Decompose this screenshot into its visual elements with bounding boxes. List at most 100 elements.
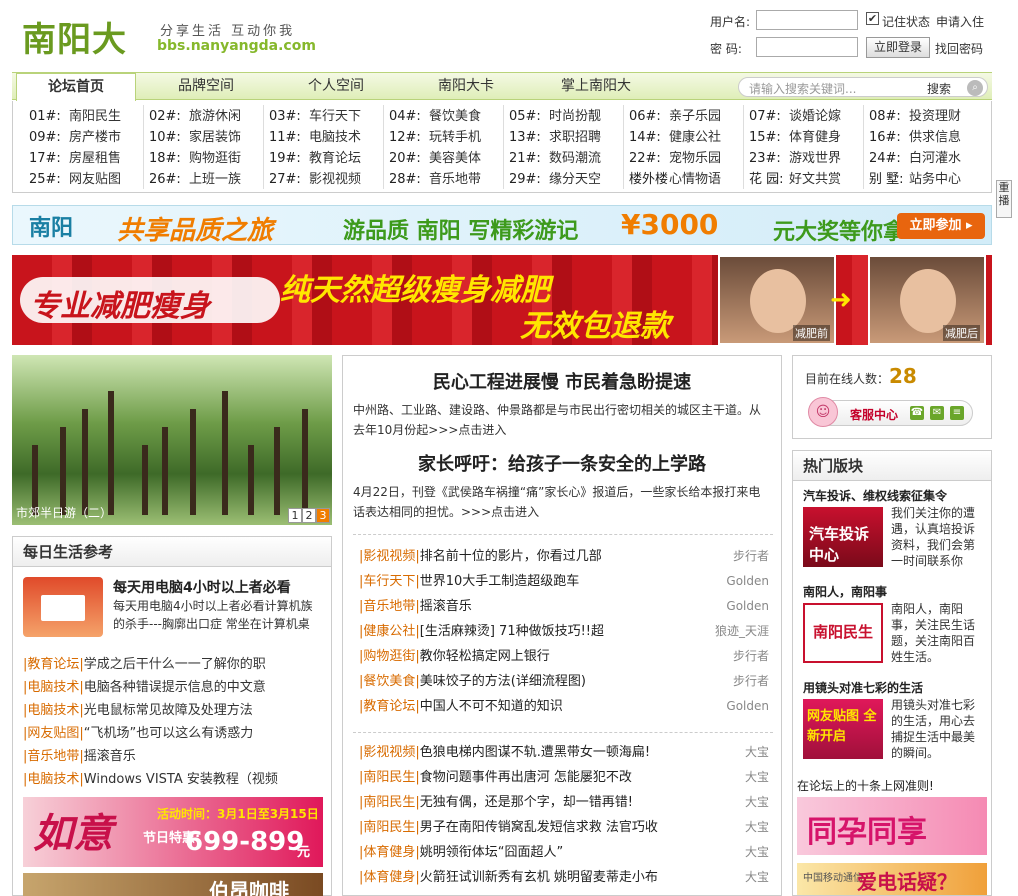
board-link[interactable]: 别 墅: 站务中心: [869, 169, 989, 190]
board-name[interactable]: 房屋租售: [69, 151, 121, 166]
board-name[interactable]: 音乐地带: [429, 172, 481, 187]
forum-rules-link[interactable]: 在论坛上的十条上网准则!: [797, 777, 934, 794]
daily-feature-title[interactable]: 每天用电脑4小时以上者必看: [113, 577, 291, 597]
topic-title[interactable]: 美味饺子的方法(详细流程图): [420, 674, 586, 689]
item-title[interactable]: 摇滚音乐: [84, 749, 136, 764]
hot-section-car[interactable]: 汽车投诉、维权线索征集令 汽车投诉中心 我们关注你的遭遇，认真培投诉资料，我们会…: [803, 487, 985, 568]
service-center-button[interactable]: ☺ 客服中心 ☎ ✉ ≡: [808, 397, 973, 427]
topic-title[interactable]: 排名前十位的影片，你看过几部: [420, 549, 602, 564]
topic-author[interactable]: 步行者: [733, 544, 769, 569]
board-link[interactable]: 02#: 旅游休闲: [149, 106, 269, 127]
password-input[interactable]: [756, 37, 858, 57]
topic-author[interactable]: 大宝: [745, 815, 769, 840]
hot-section-title[interactable]: 汽车投诉、维权线索征集令: [803, 487, 985, 505]
topic-title[interactable]: 火箭狂试训新秀有玄机 姚明留麦蒂走小布: [420, 870, 658, 885]
mail-icon[interactable]: ✉: [930, 406, 944, 420]
topic-title[interactable]: 姚明领衔体坛“囧面超人”: [420, 845, 563, 860]
board-link[interactable]: 03#: 车行天下: [269, 106, 389, 127]
hot-section-nanyang[interactable]: 南阳人，南阳事 南阳民生 南阳人，南阳事，关注民生话题，关注南阳百姓生活。: [803, 583, 985, 664]
topic-title[interactable]: 摇滚音乐: [420, 599, 472, 614]
board-link[interactable]: 06#: 亲子乐园: [629, 106, 749, 127]
topic-category[interactable]: |体育健身|: [359, 845, 420, 860]
topic-title[interactable]: 男子在南阳传销窝乱发短信求救 法官巧收: [420, 820, 658, 835]
board-link[interactable]: 14#: 健康公社: [629, 127, 749, 148]
board-link[interactable]: 16#: 供求信息: [869, 127, 989, 148]
tab-brand-space[interactable]: 品牌空间: [146, 73, 266, 100]
board-name[interactable]: 旅游休闲: [189, 109, 241, 124]
topic-title[interactable]: 世界10大手工制造超级跑车: [420, 574, 580, 589]
board-link[interactable]: 29#: 缘分天空: [509, 169, 629, 190]
board-name[interactable]: 体育健身: [789, 130, 841, 145]
site-logo[interactable]: 南阳大: [22, 12, 127, 61]
coffee-ad[interactable]: 伯昂咖啡: [23, 873, 323, 896]
board-name[interactable]: 缘分天空: [549, 172, 601, 187]
tab-forum-home[interactable]: 论坛首页: [16, 73, 136, 101]
hot-section-title[interactable]: 用镜头对准七彩的生活: [803, 679, 985, 697]
list-item[interactable]: |网友贴图|“飞机场”也可以这么有诱惑力: [23, 722, 323, 745]
board-name[interactable]: 时尚扮靓: [549, 109, 601, 124]
topic-author[interactable]: 步行者: [733, 669, 769, 694]
topic-author[interactable]: Golden: [726, 569, 769, 594]
board-name[interactable]: 餐饮美食: [429, 109, 481, 124]
board-link[interactable]: 24#: 白河灌水: [869, 148, 989, 169]
topic-row[interactable]: |南阳民生|食物问题事件再出唐河 怎能屡犯不改 大宝: [359, 765, 769, 790]
topic-row[interactable]: |影视视频|色狼电梯内图谋不轨.遭黑带女一顿海扁! 大宝: [359, 740, 769, 765]
topic-category[interactable]: |健康公社|: [359, 624, 420, 639]
topic-category[interactable]: |南阳民生|: [359, 795, 420, 810]
board-name[interactable]: 玩转手机: [429, 130, 481, 145]
topic-row[interactable]: |教育论坛|中国人不可不知道的知识 Golden: [359, 694, 769, 719]
headline-2-title[interactable]: 家长呼吁：给孩子一条安全的上学路: [343, 450, 781, 476]
list-item[interactable]: |音乐地带|摇滚音乐: [23, 745, 323, 768]
topic-category[interactable]: |音乐地带|: [359, 599, 420, 614]
topic-category[interactable]: |南阳民生|: [359, 770, 420, 785]
topic-author[interactable]: 大宝: [745, 840, 769, 865]
board-link[interactable]: 04#: 餐饮美食: [389, 106, 509, 127]
board-name[interactable]: 宠物乐园: [669, 151, 721, 166]
board-name[interactable]: 购物逛街: [189, 151, 241, 166]
item-category[interactable]: |音乐地带|: [23, 749, 84, 764]
item-category[interactable]: |电脑技术|: [23, 772, 84, 787]
china-mobile-ad[interactable]: 中国移动通信 爱电话疑？: [797, 863, 987, 895]
board-link[interactable]: 21#: 数码潮流: [509, 148, 629, 169]
topic-row[interactable]: |购物逛街|教你轻松搞定网上银行 步行者: [359, 644, 769, 669]
document-icon[interactable]: ≡: [950, 406, 964, 420]
daily-feature-image[interactable]: [23, 577, 103, 637]
headline-1-title[interactable]: 民心工程进展慢 市民着急盼提速: [343, 368, 781, 394]
board-name[interactable]: 供求信息: [909, 130, 961, 145]
board-name[interactable]: 美容美体: [429, 151, 481, 166]
login-button[interactable]: 立即登录: [866, 37, 930, 58]
item-category[interactable]: |网友贴图|: [23, 726, 84, 741]
topic-row[interactable]: |南阳民生|无独有偶，还是那个字，却一错再错! 大宝: [359, 790, 769, 815]
photo-page-1[interactable]: 1: [288, 508, 302, 523]
topic-title[interactable]: [生活麻辣烫] 71种做饭技巧!!超: [420, 624, 604, 639]
item-title[interactable]: 电脑各种错误提示信息的中文意: [84, 680, 266, 695]
topic-row[interactable]: |体育健身|火箭狂试训新秀有玄机 姚明留麦蒂走小布 大宝: [359, 865, 769, 890]
topic-category[interactable]: |车行天下|: [359, 574, 420, 589]
list-item[interactable]: |教育论坛|学成之后干什么一一了解你的职: [23, 653, 323, 676]
topic-category[interactable]: |体育健身|: [359, 870, 420, 885]
board-name[interactable]: 数码潮流: [549, 151, 601, 166]
topic-category[interactable]: |餐饮美食|: [359, 674, 420, 689]
board-link[interactable]: 12#: 玩转手机: [389, 127, 509, 148]
board-name[interactable]: 投资理财: [909, 109, 961, 124]
topic-title[interactable]: 中国人不可不知道的知识: [420, 699, 563, 714]
board-link[interactable]: 09#: 房产楼市: [29, 127, 149, 148]
photo-page-3[interactable]: 3: [316, 508, 330, 523]
board-name[interactable]: 电脑技术: [309, 130, 361, 145]
topic-author[interactable]: 大宝: [745, 765, 769, 790]
tab-nanyang-card[interactable]: 南阳大卡: [406, 73, 526, 100]
board-name[interactable]: 好文共赏: [789, 172, 841, 187]
board-link[interactable]: 11#: 电脑技术: [269, 127, 389, 148]
photo-board-image[interactable]: 网友贴图 全新开启: [803, 699, 883, 759]
board-link[interactable]: 花 园: 好文共赏: [749, 169, 869, 190]
car-complaint-image[interactable]: 汽车投诉中心: [803, 507, 883, 567]
board-link[interactable]: 10#: 家居装饰: [149, 127, 269, 148]
hot-section-title[interactable]: 南阳人，南阳事: [803, 583, 985, 601]
board-name[interactable]: 教育论坛: [309, 151, 361, 166]
nanyang-seal-image[interactable]: 南阳民生: [803, 603, 883, 663]
board-name[interactable]: 网友贴图: [69, 172, 121, 187]
board-link[interactable]: 23#: 游戏世界: [749, 148, 869, 169]
topic-author[interactable]: 大宝: [745, 865, 769, 890]
topic-row[interactable]: |音乐地带|摇滚音乐 Golden: [359, 594, 769, 619]
topic-author[interactable]: 狼迹_天涯: [715, 619, 769, 644]
